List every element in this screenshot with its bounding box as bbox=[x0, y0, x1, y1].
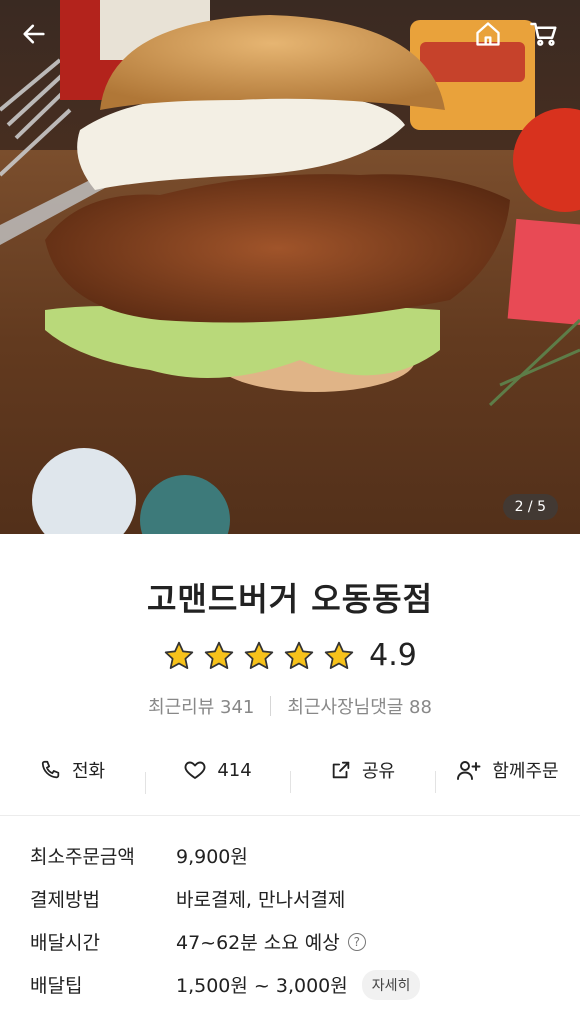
phone-icon bbox=[41, 760, 60, 779]
star-icon bbox=[244, 641, 274, 669]
burger-photo bbox=[0, 0, 580, 534]
store-name: 고맨드버거 오동동점 bbox=[146, 580, 434, 618]
call-button[interactable]: 전화 bbox=[0, 757, 145, 783]
recent-reviews-link[interactable]: 최근리뷰 341 bbox=[148, 693, 254, 719]
delivery-tip-label: 배달팁 bbox=[30, 975, 83, 997]
delivery-tip-value: 1,500원 ~ 3,000원 bbox=[176, 975, 348, 997]
star-icon bbox=[204, 641, 234, 669]
share-label: 공유 bbox=[361, 761, 396, 782]
group-order-label: 함께주문 bbox=[492, 761, 559, 782]
payment-label: 결제방법 bbox=[30, 889, 100, 911]
add-user-icon bbox=[457, 761, 481, 780]
details-more-button[interactable]: 자세히 bbox=[361, 969, 421, 1000]
home-icon[interactable] bbox=[468, 14, 508, 54]
owner-replies-link[interactable]: 최근사장님댓글 88 bbox=[287, 693, 432, 719]
hero-image[interactable]: 2 / 5 bbox=[0, 0, 580, 534]
delivery-time-value: 47~62분 소요 예상 bbox=[176, 932, 340, 954]
cart-icon[interactable] bbox=[524, 14, 564, 54]
min-order-row: 최소주문금액 9,900원 bbox=[30, 834, 580, 877]
min-order-value: 9,900원 bbox=[176, 846, 248, 868]
like-count: 414 bbox=[217, 759, 252, 781]
star-rating bbox=[163, 640, 355, 672]
share-button[interactable]: 공유 bbox=[290, 757, 435, 793]
payment-value: 바로결제, 만나서결제 bbox=[176, 889, 346, 911]
share-icon bbox=[332, 761, 350, 779]
delivery-time-row: 배달시간 47~62분 소요 예상 ? bbox=[30, 920, 580, 963]
action-bar: 전화 414 공유 함께주문 bbox=[0, 745, 580, 795]
call-label: 전화 bbox=[71, 761, 106, 782]
rating-score: 4.9 bbox=[369, 638, 417, 673]
image-counter: 2 / 5 bbox=[502, 494, 558, 520]
separator bbox=[270, 696, 272, 716]
delivery-time: 47~62분 소요 예상 ? bbox=[176, 928, 366, 955]
review-summary: 최근리뷰 341 최근사장님댓글 88 bbox=[0, 693, 580, 719]
store-details: 최소주문금액 9,900원 결제방법 바로결제, 만나서결제 배달시간 47~6… bbox=[0, 816, 580, 1006]
group-order-button[interactable]: 함께주문 bbox=[435, 757, 580, 793]
star-icon bbox=[284, 641, 314, 669]
arrow-left-icon[interactable] bbox=[14, 14, 54, 54]
star-icon bbox=[164, 641, 194, 669]
payment-row: 결제방법 바로결제, 만나서결제 bbox=[30, 877, 580, 920]
heart-icon bbox=[184, 761, 206, 779]
delivery-tip-row: 배달팁 1,500원 ~ 3,000원 자세히 bbox=[30, 963, 580, 1006]
top-bar bbox=[0, 0, 580, 70]
like-button[interactable]: 414 bbox=[145, 758, 290, 794]
star-icon bbox=[324, 641, 354, 669]
rating: 4.9 bbox=[0, 638, 580, 673]
min-order-label: 최소주문금액 bbox=[30, 846, 135, 868]
help-icon[interactable]: ? bbox=[347, 932, 366, 951]
delivery-tip: 1,500원 ~ 3,000원 자세히 bbox=[176, 969, 421, 1000]
delivery-time-label: 배달시간 bbox=[30, 932, 100, 954]
